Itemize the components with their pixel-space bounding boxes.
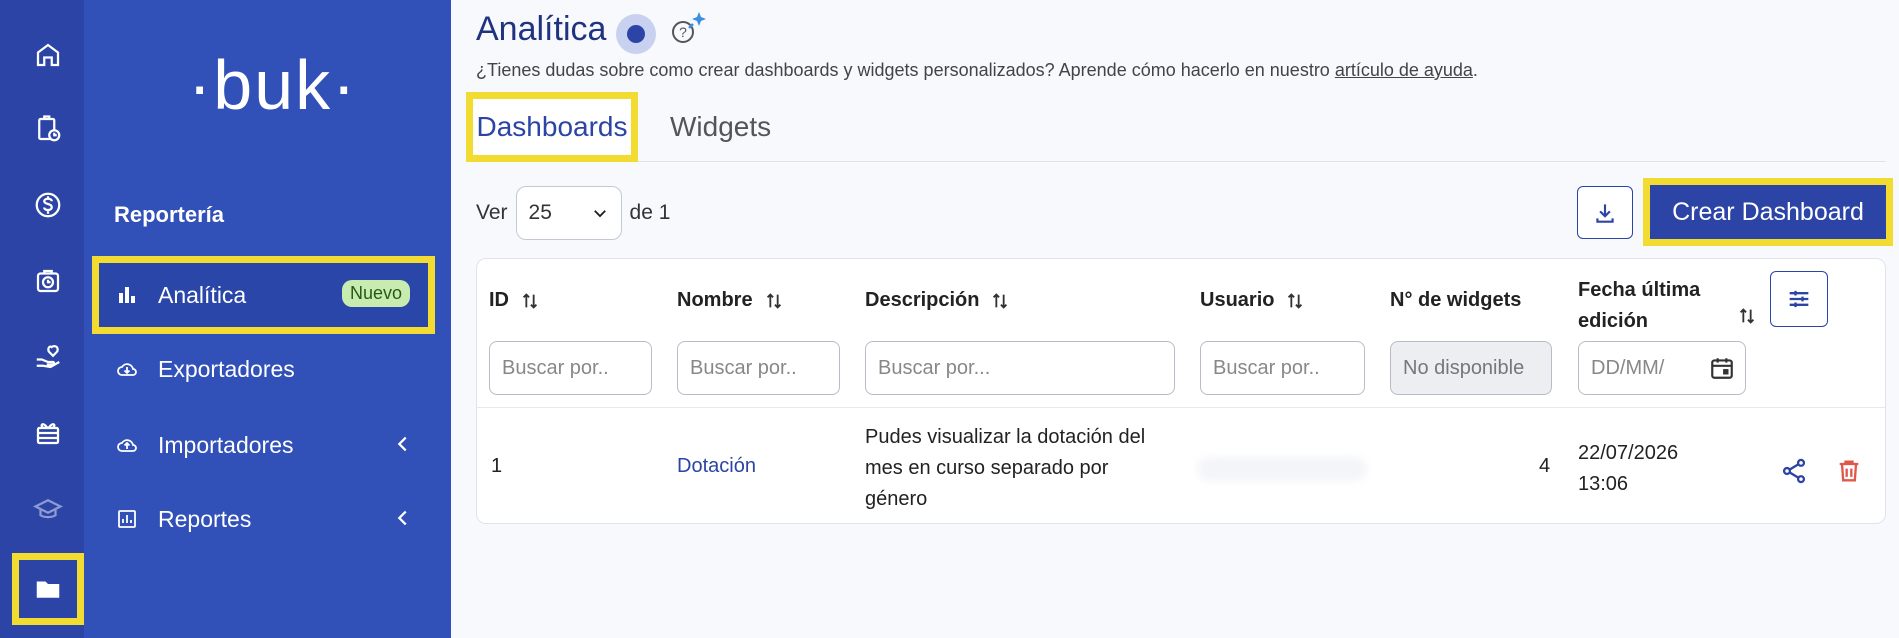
column-label: Nombre	[677, 289, 753, 311]
chevron-left-icon[interactable]	[392, 507, 414, 529]
column-header-descripcion[interactable]: Descripción	[865, 289, 1011, 312]
cell-usuario-redacted	[1197, 457, 1367, 481]
cell-descripcion: Pudes visualizar la dotación del mes en …	[865, 422, 1145, 515]
sliders-icon	[1789, 290, 1809, 308]
descripcion-filter-input[interactable]: Buscar por...	[865, 341, 1175, 395]
column-header-nombre[interactable]: Nombre	[677, 289, 785, 312]
sort-icon[interactable]	[1736, 305, 1758, 327]
page-count-label: de 1	[629, 201, 671, 224]
column-label: Descripción	[865, 289, 980, 311]
dashboards-table: ID Nombre Descripción Usuario N° de widg…	[476, 258, 1886, 524]
sort-icon[interactable]	[763, 290, 785, 312]
create-dashboard-button[interactable]: Crear Dashboard	[1643, 178, 1893, 246]
cell-fecha: 22/07/2026 13:06	[1578, 438, 1678, 500]
per-page-select[interactable]: 25	[515, 186, 622, 240]
clipboard-clock-icon[interactable]	[24, 105, 72, 153]
sidebar-item-reportes[interactable]: Reportes	[114, 491, 434, 547]
download-button[interactable]	[1577, 186, 1633, 239]
descripcion-line: Pudes visualizar la dotación del	[865, 426, 1146, 448]
id-filter-input[interactable]: Buscar por..	[489, 341, 652, 395]
column-label: edición	[1578, 310, 1649, 332]
descripcion-line: mes en curso separado por	[865, 457, 1109, 479]
tab-widgets[interactable]: Widgets	[670, 92, 771, 162]
help-article-link[interactable]: artículo de ayuda	[1335, 60, 1473, 80]
folder-icon[interactable]	[12, 553, 84, 625]
pagination-row: Ver 25 de 1	[476, 186, 670, 240]
status-dot-icon	[616, 14, 656, 54]
help-text-prefix: ¿Tienes dudas sobre como crear dashboard…	[476, 60, 1335, 80]
column-settings-button[interactable]	[1770, 271, 1828, 327]
chevron-left-icon[interactable]	[392, 433, 414, 455]
calendar-icon[interactable]	[1709, 355, 1735, 381]
column-label: Fecha última	[1578, 279, 1701, 301]
cloud-upload-icon	[114, 432, 140, 458]
sidebar-item-analitica[interactable]: Analítica Nuevo	[92, 256, 435, 334]
cell-nombre-link[interactable]: Dotación	[677, 455, 756, 478]
cell-widgets: 4	[1539, 455, 1551, 477]
nombre-filter-input[interactable]: Buscar por..	[677, 341, 840, 395]
gift-icon[interactable]	[24, 409, 72, 457]
icon-rail	[0, 0, 84, 638]
svg-text:?: ?	[679, 24, 687, 40]
column-header-widgets: N° de widgets	[1390, 289, 1521, 312]
sort-icon[interactable]	[1284, 290, 1306, 312]
home-icon[interactable]	[24, 31, 72, 79]
briefcase-clock-icon[interactable]	[24, 257, 72, 305]
dollar-icon[interactable]	[24, 181, 72, 229]
sidebar-item-label: Exportadores	[158, 355, 295, 382]
share-icon[interactable]	[1780, 457, 1808, 485]
help-text: ¿Tienes dudas sobre como crear dashboard…	[476, 60, 1478, 81]
graduation-cap-icon[interactable]	[24, 485, 72, 533]
main-content: Analítica ? ¿Tienes dudas sobre como cre…	[451, 0, 1899, 638]
hand-heart-icon[interactable]	[24, 333, 72, 381]
row-divider	[477, 407, 1885, 408]
new-badge: Nuevo	[341, 280, 410, 307]
fecha-date: 22/07/2026	[1578, 442, 1679, 464]
sidebar-item-importadores[interactable]: Importadores	[114, 417, 434, 473]
trash-icon[interactable]	[1835, 457, 1863, 485]
fecha-placeholder: DD/MM/	[1591, 356, 1665, 379]
sidebar-item-label: Importadores	[158, 431, 294, 458]
download-icon	[1596, 203, 1614, 223]
widgets-filter-input: No disponible	[1390, 341, 1552, 395]
sidebar-item-exportadores[interactable]: Exportadores	[114, 341, 434, 397]
tab-bar: Dashboards Widgets	[466, 92, 1886, 162]
buk-logo: ·buk·	[188, 46, 358, 124]
column-header-fecha[interactable]: Fecha última edición	[1578, 275, 1755, 337]
sort-icon[interactable]	[989, 290, 1011, 312]
fecha-filter-input[interactable]: DD/MM/	[1578, 341, 1746, 395]
chevron-down-icon	[593, 210, 606, 218]
sidebar-item-label: Analítica	[158, 281, 247, 308]
page-title: Analítica	[476, 10, 607, 48]
help-sparkle-icon[interactable]: ?	[669, 10, 709, 46]
ver-label: Ver	[476, 201, 508, 224]
cell-id: 1	[491, 455, 503, 477]
fecha-time: 13:06	[1578, 473, 1629, 495]
column-label: ID	[489, 289, 509, 311]
help-text-suffix: .	[1472, 60, 1478, 80]
report-icon	[114, 506, 140, 532]
per-page-value: 25	[528, 201, 552, 224]
column-header-usuario[interactable]: Usuario	[1200, 289, 1306, 312]
cloud-download-icon	[114, 356, 140, 382]
tab-dashboards[interactable]: Dashboards	[466, 92, 638, 162]
column-label: Usuario	[1200, 289, 1275, 311]
sort-icon[interactable]	[519, 290, 541, 312]
sidebar-item-label: Reportes	[158, 505, 252, 532]
descripcion-line: género	[865, 488, 928, 510]
usuario-filter-input[interactable]: Buscar por..	[1200, 341, 1365, 395]
section-title: Reportería	[114, 202, 225, 227]
column-label: N° de widgets	[1390, 289, 1522, 311]
column-header-id[interactable]: ID	[489, 289, 541, 312]
bar-chart-icon	[114, 282, 140, 308]
sidebar: ·buk· Reportería Analítica Nuevo Exporta…	[84, 0, 451, 638]
